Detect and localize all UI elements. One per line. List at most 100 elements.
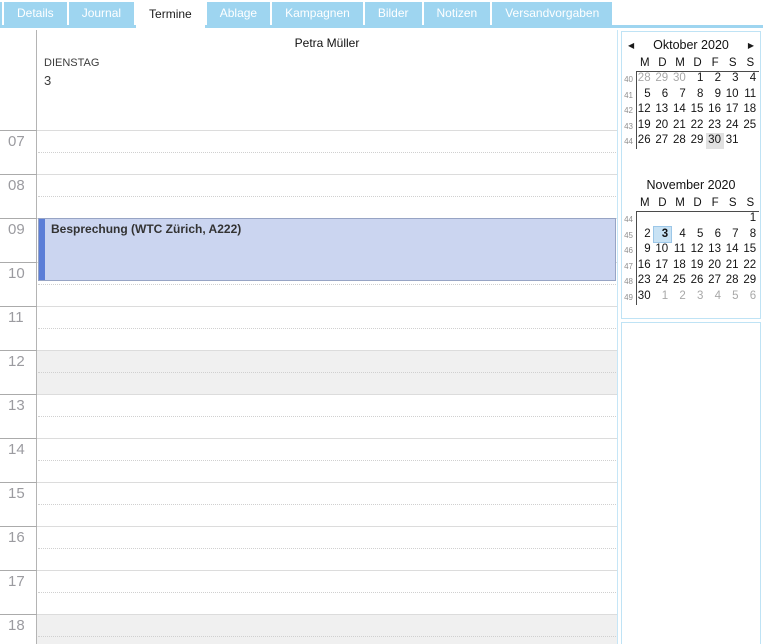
hour-slot-13[interactable] (37, 394, 618, 438)
hour-gutter: 13 (0, 394, 37, 438)
day-cell[interactable]: 23 (636, 273, 654, 289)
day-cell[interactable]: 14 (724, 242, 742, 258)
day-of-week-header: S (746, 57, 755, 69)
hour-slot-16[interactable] (37, 526, 618, 570)
appointment-title: Besprechung (WTC Zürich, A222) (51, 222, 242, 236)
day-cell[interactable]: 30 (636, 289, 654, 305)
day-cell[interactable]: 31 (724, 133, 742, 149)
day-cell[interactable]: 7 (671, 87, 689, 103)
day-cell[interactable]: 2 (706, 71, 724, 87)
day-cell[interactable]: 5 (636, 87, 654, 103)
day-cell[interactable]: 27 (706, 273, 724, 289)
day-cell[interactable]: 11 (742, 87, 760, 103)
day-cell[interactable]: 17 (724, 102, 742, 118)
day-cell[interactable]: 26 (689, 273, 707, 289)
day-cell[interactable]: 1 (742, 211, 760, 227)
day-cell[interactable]: 13 (654, 102, 672, 118)
day-cell[interactable]: 4 (742, 71, 760, 87)
calendar-owner-name: Petra Müller (294, 36, 360, 50)
day-cell[interactable]: 25 (742, 118, 760, 134)
day-cell[interactable]: 16 (636, 258, 654, 274)
day-cell[interactable]: 29 (654, 71, 672, 87)
tab-ablage[interactable]: Ablage (206, 2, 271, 25)
day-cell[interactable]: 1 (689, 71, 707, 87)
day-cell[interactable]: 5 (724, 289, 742, 305)
day-cell[interactable]: 9 (706, 87, 724, 103)
day-cell[interactable]: 1 (654, 289, 672, 305)
hour-slot-18[interactable] (37, 614, 618, 644)
hour-slot-11[interactable] (37, 306, 618, 350)
tab-details[interactable]: Details (4, 2, 67, 25)
day-cell[interactable]: 3 (724, 71, 742, 87)
day-cell[interactable]: 5 (689, 227, 707, 243)
day-cell[interactable]: 30 (671, 71, 689, 87)
day-cell[interactable]: 21 (671, 118, 689, 134)
hour-slot-12[interactable] (37, 350, 618, 394)
day-cell-today[interactable]: 30 (706, 133, 724, 149)
day-cell[interactable]: 16 (706, 102, 724, 118)
day-cell[interactable]: 24 (724, 118, 742, 134)
day-cell[interactable]: 13 (706, 242, 724, 258)
hour-gutter: 11 (0, 306, 37, 350)
day-cell[interactable]: 22 (742, 258, 760, 274)
day-cell[interactable]: 8 (689, 87, 707, 103)
day-cell[interactable]: 21 (724, 258, 742, 274)
next-month-icon[interactable]: ▶ (748, 39, 754, 52)
tab-bilder[interactable]: Bilder (364, 2, 422, 25)
day-cell[interactable]: 18 (742, 102, 760, 118)
prev-month-icon[interactable]: ◀ (628, 39, 634, 52)
day-cell[interactable]: 6 (706, 227, 724, 243)
day-cell[interactable]: 29 (689, 133, 707, 149)
day-cell[interactable]: 9 (636, 242, 654, 258)
hour-slot-17[interactable] (37, 570, 618, 614)
day-cell[interactable]: 10 (654, 242, 672, 258)
hour-label: 14 (8, 441, 25, 458)
day-cell[interactable]: 11 (671, 242, 689, 258)
day-cell[interactable]: 6 (654, 87, 672, 103)
day-cell[interactable]: 19 (689, 258, 707, 274)
day-cell[interactable]: 18 (671, 258, 689, 274)
day-cell[interactable]: 8 (742, 227, 760, 243)
day-cell[interactable]: 27 (654, 133, 672, 149)
day-cell[interactable]: 23 (706, 118, 724, 134)
tab-journal[interactable]: Journal (68, 2, 135, 25)
hour-slot-07[interactable] (37, 130, 618, 174)
day-cell[interactable]: 28 (671, 133, 689, 149)
day-cell (742, 133, 760, 149)
day-cell[interactable]: 19 (636, 118, 654, 134)
day-cell[interactable]: 2 (636, 227, 654, 243)
day-cell[interactable]: 20 (654, 118, 672, 134)
day-cell[interactable]: 14 (671, 102, 689, 118)
day-cell[interactable]: 29 (742, 273, 760, 289)
day-cell[interactable]: 12 (636, 102, 654, 118)
appointment-block[interactable]: Besprechung (WTC Zürich, A222) (38, 218, 616, 281)
day-cell[interactable]: 15 (742, 242, 760, 258)
day-cell[interactable]: 7 (724, 227, 742, 243)
hour-slot-15[interactable] (37, 482, 618, 526)
tab-versandvorgaben[interactable]: Versandvorgaben (492, 2, 613, 25)
tab-kampagnen[interactable]: Kampagnen (272, 2, 363, 25)
tab-notizen[interactable]: Notizen (423, 2, 491, 25)
hour-slot-14[interactable] (37, 438, 618, 482)
day-cell[interactable]: 15 (689, 102, 707, 118)
day-cell[interactable]: 26 (636, 133, 654, 149)
day-cell[interactable]: 24 (654, 273, 672, 289)
day-cell[interactable]: 2 (671, 289, 689, 305)
tab-bar: Details Journal Termine Ablage Kampagnen Bild… (0, 0, 763, 28)
day-cell[interactable]: 6 (742, 289, 760, 305)
tab-termine[interactable]: Termine (136, 2, 205, 28)
day-cell[interactable]: 4 (671, 227, 689, 243)
day-cell[interactable]: 28 (636, 71, 654, 87)
day-cell-selected[interactable]: 3 (652, 225, 673, 244)
day-cell[interactable]: 10 (724, 87, 742, 103)
day-cell[interactable]: 4 (706, 289, 724, 305)
day-cell[interactable]: 12 (689, 242, 707, 258)
day-cell[interactable]: 22 (689, 118, 707, 134)
day-cell[interactable]: 28 (724, 273, 742, 289)
mini-calendar-2: November 2020 M D M D F S S 44 1 45 2 3 4 5 6 7 8 46 9 10 11 1… (622, 178, 760, 305)
day-cell[interactable]: 3 (689, 289, 707, 305)
day-cell[interactable]: 17 (654, 258, 672, 274)
day-cell[interactable]: 25 (671, 273, 689, 289)
day-cell[interactable]: 20 (706, 258, 724, 274)
hour-slot-08[interactable] (37, 174, 618, 218)
